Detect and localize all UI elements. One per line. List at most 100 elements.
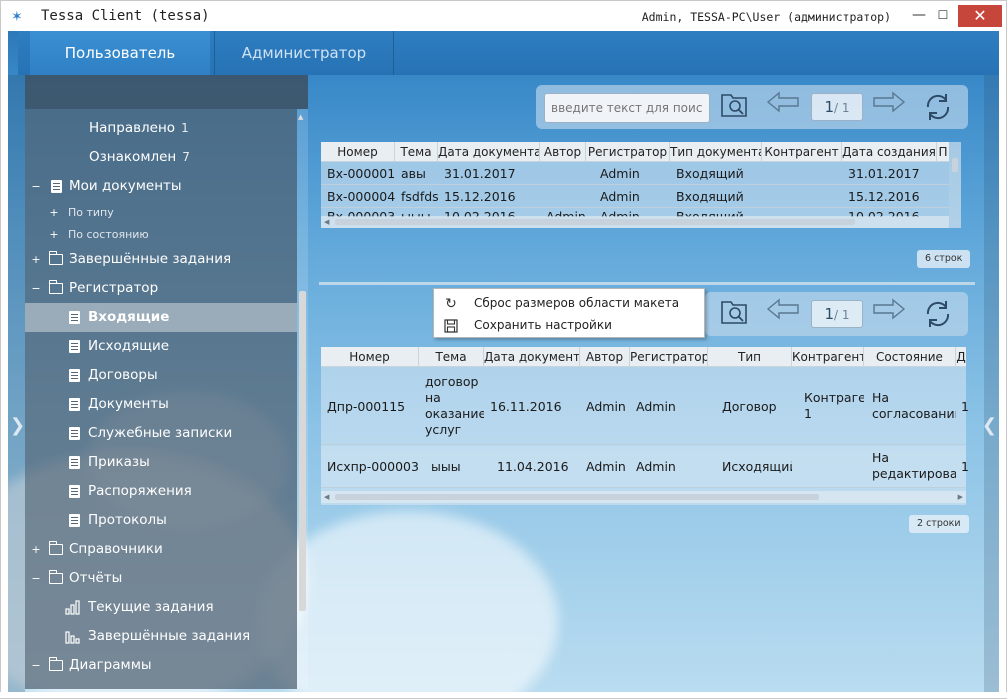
scroll-left-icon[interactable]: ◀ xyxy=(324,491,329,503)
column-header[interactable]: П xyxy=(937,142,949,162)
nav-item-contracts[interactable]: Договоры xyxy=(25,361,297,390)
nav-item-my-documents[interactable]: − Мои документы xyxy=(25,172,297,201)
nav-item-documents[interactable]: Документы xyxy=(25,390,297,419)
nav-item-diagrams[interactable]: − Диаграммы xyxy=(25,651,297,680)
nav-item-completed-tasks[interactable]: + Завершённые задания xyxy=(25,245,297,274)
table-row[interactable]: Вх-000004 fsdfds 15.12.2016 Admin Входящ… xyxy=(321,186,949,208)
column-header[interactable]: Тема xyxy=(419,347,484,367)
column-header[interactable]: Тип xyxy=(708,347,792,367)
expand-icon[interactable]: + xyxy=(49,202,59,224)
left-collapse-strip[interactable]: ❯ xyxy=(8,75,25,692)
search-input[interactable] xyxy=(544,93,710,123)
scrollbar-thumb[interactable] xyxy=(952,158,958,172)
expand-icon[interactable]: + xyxy=(49,224,59,246)
nav-item-directed[interactable]: Направлено 1 xyxy=(25,114,297,143)
nav-item-protocols[interactable]: Протоколы xyxy=(25,506,297,535)
layout-splitter[interactable] xyxy=(319,282,975,285)
table-row[interactable]: Дпр-000115 договор на оказание услуг 16.… xyxy=(321,368,969,445)
nav-item-by-type[interactable]: + По типу xyxy=(25,202,297,224)
previous-page-icon[interactable] xyxy=(766,298,800,330)
column-header[interactable]: Дата документа xyxy=(484,347,580,367)
refresh-icon[interactable] xyxy=(921,91,955,123)
table-row[interactable]: Исхпр-000003 ыыы 11.04.2016 Admin Admin … xyxy=(321,446,969,488)
column-header[interactable]: Дата создания xyxy=(842,142,937,162)
previous-page-icon[interactable] xyxy=(766,91,800,123)
column-header[interactable]: Д xyxy=(956,347,966,367)
expand-icon[interactable]: + xyxy=(31,535,41,564)
nav-item-outgoing[interactable]: Исходящие xyxy=(25,332,297,361)
nav-item-acknowledged[interactable]: Ознакомлен 7 xyxy=(25,143,297,172)
refresh-icon[interactable] xyxy=(921,298,955,330)
column-header[interactable]: Контрагент xyxy=(762,142,842,162)
nav-item-reports[interactable]: − Отчёты xyxy=(25,564,297,593)
folder-icon xyxy=(48,541,63,555)
nav-item-references[interactable]: + Справочники xyxy=(25,535,297,564)
column-header[interactable]: Номер xyxy=(321,142,395,162)
collapse-icon[interactable]: − xyxy=(31,172,41,201)
next-page-icon[interactable] xyxy=(872,91,906,123)
page-indicator[interactable]: 1/ 1 xyxy=(811,93,863,121)
column-header[interactable]: Дата документа xyxy=(438,142,540,162)
column-header[interactable]: Автор xyxy=(580,347,630,367)
column-header[interactable]: Тип документа xyxy=(670,142,762,162)
tessa-logo-icon: ✶ xyxy=(11,9,23,25)
scrollbar-thumb[interactable] xyxy=(335,219,855,225)
save-icon xyxy=(442,315,460,340)
horizontal-scrollbar[interactable]: ◀ xyxy=(321,216,949,228)
maximize-button[interactable]: ☐ xyxy=(931,5,955,27)
nav-item-registrar[interactable]: − Регистратор xyxy=(25,274,297,303)
horizontal-scrollbar[interactable]: ◀ ▶ xyxy=(321,491,966,503)
nav-item-orders[interactable]: Приказы xyxy=(25,448,297,477)
next-page-icon[interactable] xyxy=(872,298,906,330)
column-header[interactable]: Тема xyxy=(395,142,438,162)
column-header[interactable]: Номер xyxy=(321,347,419,367)
chevron-right-icon[interactable]: ❯ xyxy=(10,415,25,436)
scroll-left-icon[interactable]: ◀ xyxy=(324,216,329,228)
minimize-button[interactable]: — xyxy=(907,5,931,27)
document-icon xyxy=(51,180,62,193)
filter-search-icon[interactable] xyxy=(718,91,752,123)
nav-item-current-tasks-report[interactable]: Текущие задания xyxy=(25,593,297,622)
nav-panel-header xyxy=(25,75,308,109)
list-icon xyxy=(69,340,80,353)
collapse-icon[interactable]: − xyxy=(31,564,41,593)
row-count-badge: 6 строк xyxy=(917,250,971,268)
chevron-left-icon[interactable]: ❮ xyxy=(982,415,997,436)
page-indicator[interactable]: 1/ 1 xyxy=(811,300,863,328)
window-title: Tessa Client (tessa) xyxy=(41,8,210,24)
menu-item-reset-layout[interactable]: ↻ Сброс размеров области макета xyxy=(434,292,706,314)
nav-scrollbar-thumb[interactable] xyxy=(299,291,306,611)
folder-open-icon xyxy=(48,280,63,294)
vertical-scrollbar[interactable] xyxy=(949,142,961,228)
title-bar: ✶ Tessa Client (tessa) Admin, TESSA-PC\U… xyxy=(0,0,1007,31)
column-header[interactable]: Регистратор xyxy=(586,142,670,162)
nav-item-incoming[interactable]: Входящие xyxy=(25,303,297,332)
collapse-icon[interactable]: − xyxy=(31,274,41,303)
filter-search-icon[interactable] xyxy=(718,298,752,330)
expand-icon[interactable]: + xyxy=(31,245,41,274)
column-header[interactable]: Автор xyxy=(540,142,586,162)
scroll-up-icon[interactable]: ▲ xyxy=(298,113,303,121)
tab-user[interactable]: Пользователь xyxy=(30,31,210,75)
column-header[interactable]: Регистратор xyxy=(630,347,708,367)
nav-item-memos[interactable]: Служебные записки xyxy=(25,419,297,448)
bottom-view-toolbar: 1/ 1 xyxy=(705,292,968,336)
right-collapse-strip[interactable]: ❮ xyxy=(982,75,999,692)
refresh-icon: ↻ xyxy=(445,296,457,312)
list-icon xyxy=(69,398,80,411)
collapse-icon[interactable]: − xyxy=(31,651,41,680)
nav-item-by-state[interactable]: + По состоянию xyxy=(25,224,297,246)
scrollbar-thumb[interactable] xyxy=(335,494,819,500)
nav-scrollbar[interactable]: ▲ xyxy=(297,109,308,689)
menu-item-save-settings[interactable]: Сохранить настройки xyxy=(434,314,706,336)
nav-item-directives[interactable]: Распоряжения xyxy=(25,477,297,506)
bottom-view-grid: Номер Тема Дата документа Автор Регистра… xyxy=(321,347,969,505)
scroll-right-icon[interactable]: ▶ xyxy=(958,491,963,503)
list-icon xyxy=(69,369,80,382)
nav-item-completed-tasks-report[interactable]: Завершённые задания xyxy=(25,622,297,651)
close-button[interactable]: ✕ xyxy=(958,5,1002,27)
table-row[interactable]: Вх-000001 авы 31.01.2017 Admin Входящий … xyxy=(321,163,949,185)
column-header[interactable]: Контрагент xyxy=(792,347,864,367)
tab-administrator[interactable]: Администратор xyxy=(214,31,394,75)
column-header[interactable]: Состояние xyxy=(864,347,956,367)
